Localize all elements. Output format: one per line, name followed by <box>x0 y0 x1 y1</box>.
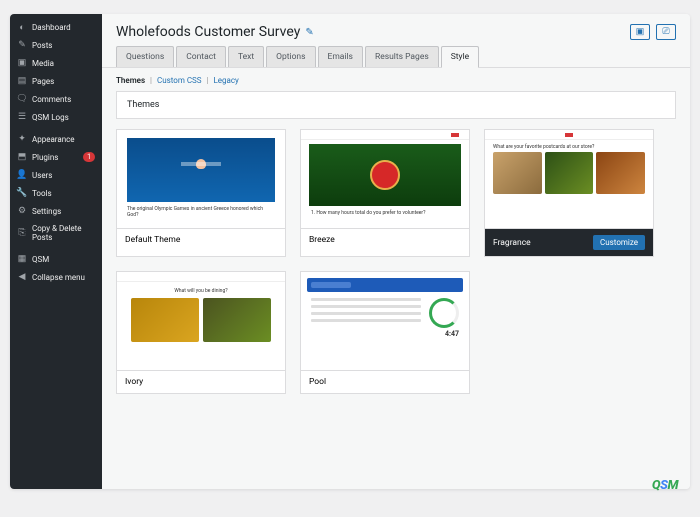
sidebar-item-label: Media <box>32 59 95 68</box>
theme-name: Breeze <box>309 235 335 245</box>
main-content: Wholefoods Customer Survey ✎ ▣ ⎚ Questio… <box>102 14 690 489</box>
sidebar-item-media[interactable]: ▣ Media <box>10 54 102 72</box>
appearance-icon: ✦ <box>17 134 27 144</box>
theme-card-pool[interactable]: 4:47 Pool <box>300 271 470 394</box>
theme-thumbnail: What will you be dining? <box>117 272 285 370</box>
sidebar-item-qsm-logs[interactable]: ☰ QSM Logs <box>10 108 102 126</box>
tab-contact[interactable]: Contact <box>176 46 226 67</box>
thumb-caption: What are your favorite postcards at our … <box>485 140 653 152</box>
sidebar-item-label: Posts <box>32 41 95 50</box>
copy-icon: ⎘ <box>17 228 27 238</box>
sidebar-item-qsm[interactable]: ▦ QSM <box>10 250 102 268</box>
sidebar-item-label: Pages <box>32 77 95 86</box>
sidebar-item-copy-delete[interactable]: ⎘ Copy & Delete Posts <box>10 220 102 246</box>
theme-thumbnail: What are your favorite postcards at our … <box>485 130 653 228</box>
sidebar-item-posts[interactable]: ✎ Posts <box>10 36 102 54</box>
thumb-caption: The original Olympic Games in ancient Gr… <box>117 202 285 222</box>
sidebar-item-tools[interactable]: 🔧 Tools <box>10 184 102 202</box>
tab-questions[interactable]: Questions <box>116 46 174 67</box>
sidebar-item-label: Tools <box>32 189 95 198</box>
theme-card-default[interactable]: The original Olympic Games in ancient Gr… <box>116 129 286 257</box>
sidebar-item-pages[interactable]: ▤ Pages <box>10 72 102 90</box>
sidebar-item-collapse[interactable]: ◀ Collapse menu <box>10 268 102 286</box>
theme-thumbnail: 4:47 <box>301 272 469 370</box>
subnav-legacy[interactable]: Legacy <box>213 76 238 85</box>
posts-icon: ✎ <box>17 40 27 50</box>
plugins-badge: 1 <box>83 152 95 162</box>
sidebar-item-label: Settings <box>32 207 95 216</box>
tab-options[interactable]: Options <box>266 46 315 67</box>
subnav-custom-css[interactable]: Custom CSS <box>157 76 202 85</box>
tab-results[interactable]: Results Pages <box>365 46 439 67</box>
sidebar-item-label: Users <box>32 171 95 180</box>
themes-heading: Themes <box>116 91 676 119</box>
sidebar-item-settings[interactable]: ⚙ Settings <box>10 202 102 220</box>
page-title: Wholefoods Customer Survey ✎ <box>116 24 314 40</box>
sidebar-item-dashboard[interactable]: ◐ Dashboard <box>10 18 102 36</box>
tab-emails[interactable]: Emails <box>318 46 363 67</box>
theme-name: Pool <box>309 377 326 387</box>
theme-grid: The original Olympic Games in ancient Gr… <box>102 129 690 408</box>
style-subnav: Themes | Custom CSS | Legacy <box>102 68 690 91</box>
thumb-caption: 4:47 <box>301 328 469 338</box>
sidebar-item-label: Plugins <box>32 153 78 162</box>
tabs: Questions Contact Text Options Emails Re… <box>102 46 690 68</box>
sidebar-item-label: Appearance <box>32 135 95 144</box>
sidebar-item-appearance[interactable]: ✦ Appearance <box>10 130 102 148</box>
logs-icon: ☰ <box>17 112 27 122</box>
sidebar-item-comments[interactable]: 🗨 Comments <box>10 90 102 108</box>
qsm-logo: QSM <box>652 478 678 493</box>
customize-button[interactable]: Customize <box>593 235 645 250</box>
sidebar-item-label: QSM <box>32 255 95 264</box>
users-icon: 👤 <box>17 170 27 180</box>
theme-name: Default Theme <box>125 235 180 245</box>
dashboard-icon: ◐ <box>17 22 27 32</box>
theme-name: Ivory <box>125 377 143 387</box>
tab-style[interactable]: Style <box>441 46 479 68</box>
preview-button[interactable]: ⎚ <box>656 24 676 40</box>
plugins-icon: ⬒ <box>17 152 27 162</box>
pages-icon: ▤ <box>17 76 27 86</box>
tab-text[interactable]: Text <box>228 46 264 67</box>
comments-icon: 🗨 <box>17 94 27 104</box>
sidebar-item-label: Copy & Delete Posts <box>32 224 95 242</box>
embed-button[interactable]: ▣ <box>630 24 650 40</box>
sidebar-item-plugins[interactable]: ⬒ Plugins 1 <box>10 148 102 166</box>
thumb-caption: 1. How many hours total do you prefer to… <box>301 206 469 220</box>
sidebar-item-label: QSM Logs <box>32 113 95 122</box>
sidebar-item-users[interactable]: 👤 Users <box>10 166 102 184</box>
edit-icon[interactable]: ✎ <box>305 27 313 38</box>
sidebar-item-label: Collapse menu <box>32 273 95 282</box>
theme-thumbnail: 1. How many hours total do you prefer to… <box>301 130 469 228</box>
theme-name: Fragrance <box>493 238 531 248</box>
sidebar-item-label: Comments <box>32 95 95 104</box>
media-icon: ▣ <box>17 58 27 68</box>
page-title-text: Wholefoods Customer Survey <box>116 24 300 40</box>
tools-icon: 🔧 <box>17 188 27 198</box>
settings-icon: ⚙ <box>17 206 27 216</box>
admin-sidebar: ◐ Dashboard ✎ Posts ▣ Media ▤ Pages 🗨 Comment… <box>10 14 102 489</box>
theme-card-ivory[interactable]: What will you be dining? Ivory <box>116 271 286 394</box>
theme-card-fragrance[interactable]: What are your favorite postcards at our … <box>484 129 654 257</box>
theme-card-breeze[interactable]: 1. How many hours total do you prefer to… <box>300 129 470 257</box>
sidebar-item-label: Dashboard <box>32 23 95 32</box>
theme-thumbnail: The original Olympic Games in ancient Gr… <box>117 130 285 228</box>
subnav-themes[interactable]: Themes <box>116 76 145 85</box>
collapse-icon: ◀ <box>17 272 27 282</box>
thumb-caption: What will you be dining? <box>117 282 285 298</box>
qsm-icon: ▦ <box>17 254 27 264</box>
